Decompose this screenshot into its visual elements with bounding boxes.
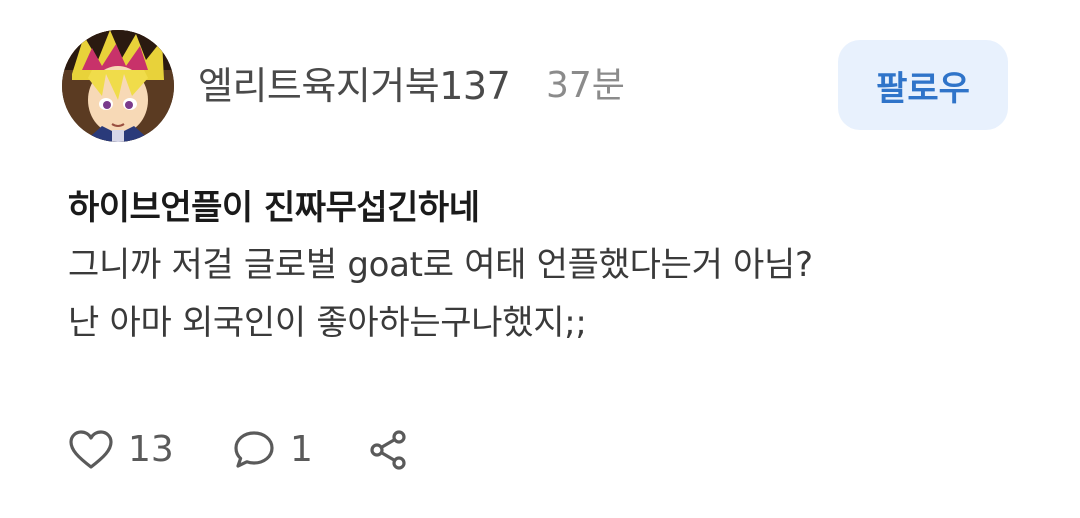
heart-icon (69, 430, 113, 469)
post-body-line-2: 난 아마 외국인이 좋아하는구나했지;; (68, 303, 587, 343)
share-button[interactable] (368, 424, 410, 476)
post-header: 엘리트육지거북137 37분 팔로우 (62, 30, 1008, 142)
post-timestamp: 37분 (546, 65, 625, 106)
like-count: 13 (128, 429, 174, 470)
post-card: 엘리트육지거북137 37분 팔로우 하이브언플이 진짜무섭긴하네 그니까 저걸… (0, 0, 1080, 518)
post-body-line-1: 그니까 저걸 글로벌 goat로 여태 언플했다는거 아님? (68, 245, 813, 285)
follow-button[interactable]: 팔로우 (838, 40, 1008, 130)
post-title: 하이브언플이 진짜무섭긴하네 (68, 188, 480, 228)
comment-count: 1 (290, 429, 313, 470)
avatar[interactable] (62, 30, 174, 142)
comment-button[interactable]: 1 (232, 424, 313, 476)
share-icon (370, 430, 406, 470)
post-actions: 13 1 (68, 424, 468, 476)
like-button[interactable]: 13 (68, 424, 174, 476)
username[interactable]: 엘리트육지거북137 (198, 60, 511, 112)
post-content: 하이브언플이 진짜무섭긴하네 그니까 저걸 글로벌 goat로 여태 언플했다는… (68, 180, 1028, 352)
comment-icon (234, 431, 274, 468)
avatar-image (62, 30, 174, 142)
